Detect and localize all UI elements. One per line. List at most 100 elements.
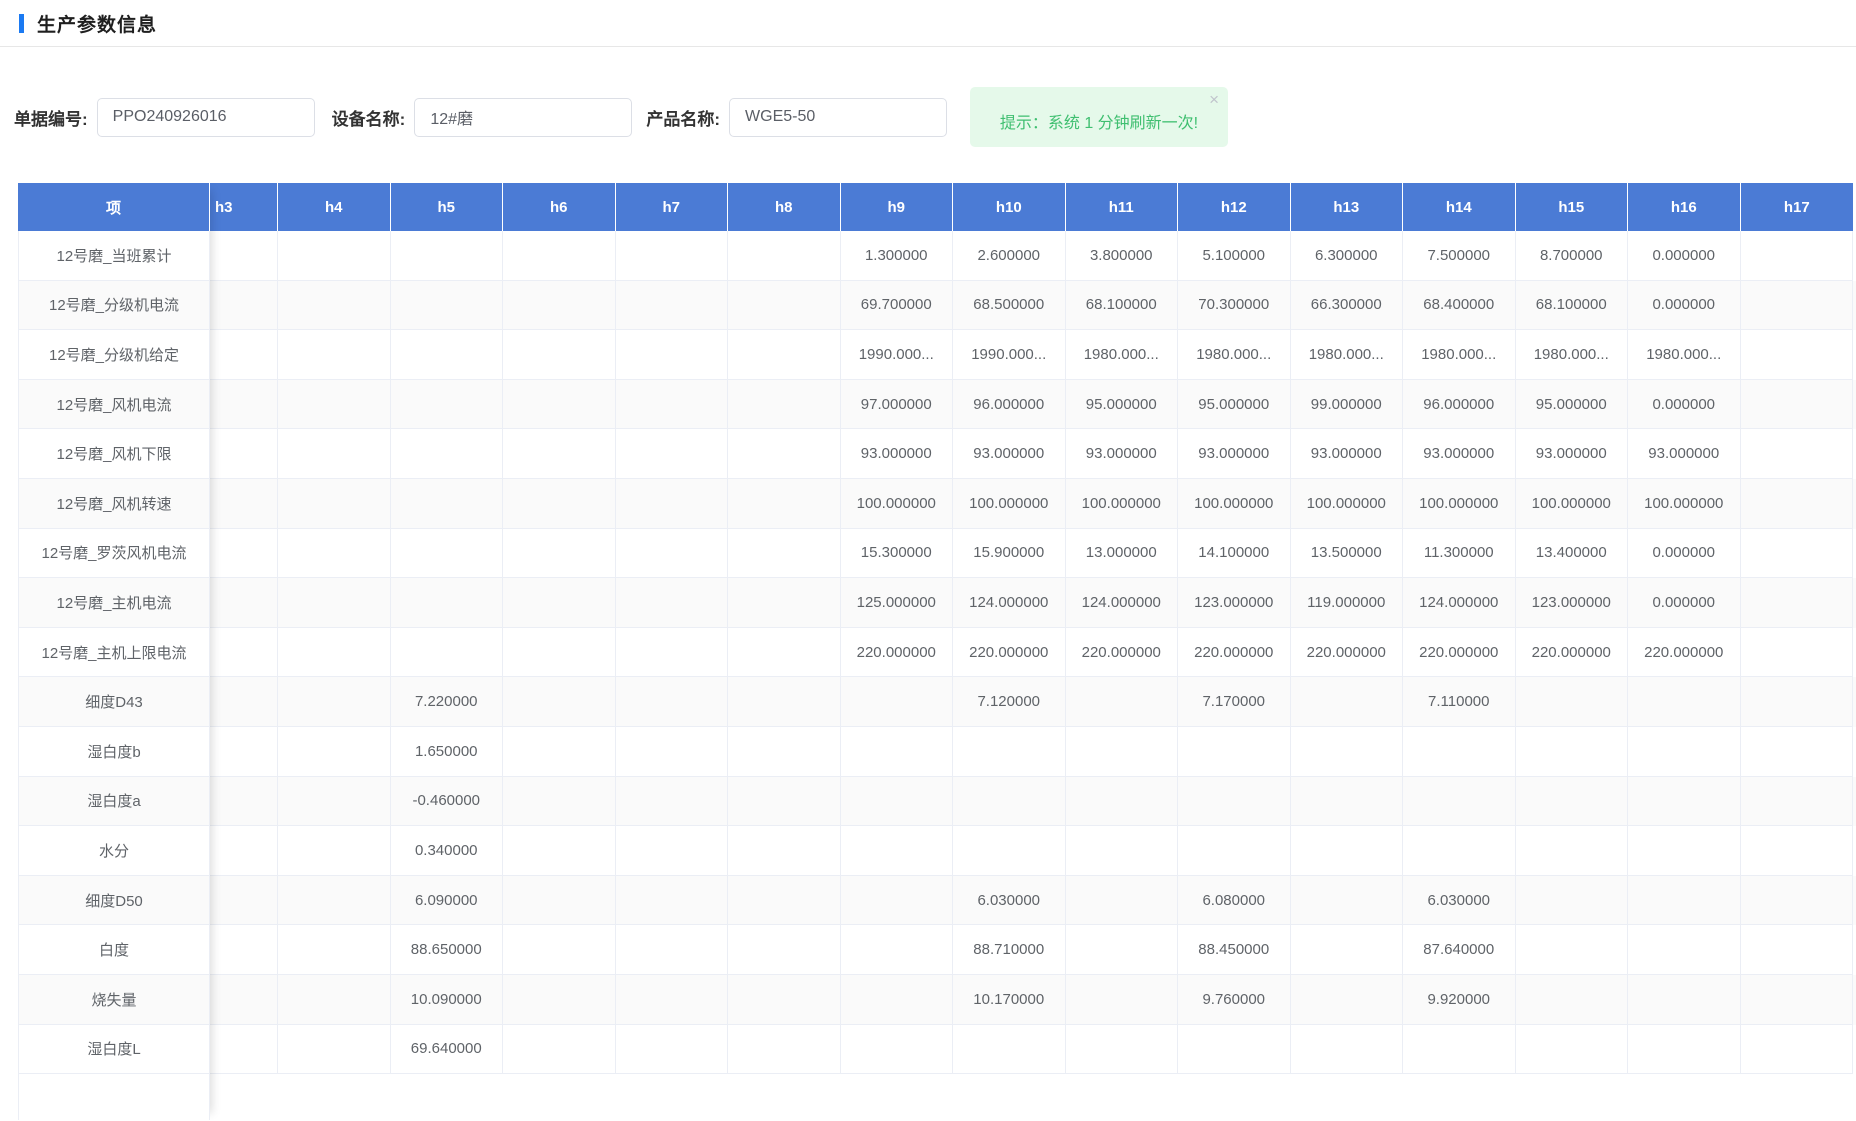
value-cell-h5: 1.650000 bbox=[391, 727, 504, 777]
value-cell-h7 bbox=[616, 876, 729, 926]
column-header-h12: h12 bbox=[1178, 183, 1291, 231]
value-cell-h11: 93.000000 bbox=[1066, 429, 1179, 479]
device-name-input[interactable] bbox=[414, 98, 632, 137]
value-cell-h15 bbox=[1516, 1025, 1629, 1075]
value-cell-h8 bbox=[728, 529, 841, 579]
close-icon[interactable]: × bbox=[1209, 91, 1219, 108]
value-cell-h16 bbox=[1628, 975, 1741, 1025]
value-cell-h7 bbox=[616, 628, 729, 678]
value-cell-h6 bbox=[503, 777, 616, 827]
device-name-label: 设备名称: bbox=[332, 105, 406, 130]
value-cell-h14 bbox=[1403, 1025, 1516, 1075]
page-header: 生产参数信息 bbox=[0, 0, 1856, 47]
value-cell-h10: 88.710000 bbox=[953, 925, 1066, 975]
value-cell-h7 bbox=[616, 727, 729, 777]
table-row: 97.00000096.00000095.00000095.00000099.0… bbox=[210, 380, 1856, 430]
value-cell-h14: 96.000000 bbox=[1403, 380, 1516, 430]
table-row: 15.30000015.90000013.00000014.10000013.5… bbox=[210, 529, 1856, 579]
value-cell-h11: 3.800000 bbox=[1066, 231, 1179, 281]
product-name-label: 产品名称: bbox=[646, 105, 720, 130]
value-cell-h16 bbox=[1628, 876, 1741, 926]
value-cell-h5: 7.220000 bbox=[391, 677, 504, 727]
value-cell-h14: 1980.000... bbox=[1403, 330, 1516, 380]
table-row: 88.65000088.71000088.45000087.640000 bbox=[210, 925, 1856, 975]
table-row: 220.000000220.000000220.000000220.000000… bbox=[210, 628, 1856, 678]
table-row: 69.70000068.50000068.10000070.30000066.3… bbox=[210, 281, 1856, 331]
value-cell-h3 bbox=[210, 628, 278, 678]
value-cell-h15 bbox=[1516, 727, 1629, 777]
value-cell-h9: 15.300000 bbox=[841, 529, 954, 579]
order-no-input[interactable] bbox=[97, 98, 315, 137]
column-header-h4: h4 bbox=[278, 183, 391, 231]
value-cell-h13: 93.000000 bbox=[1291, 429, 1404, 479]
value-cell-h4 bbox=[278, 578, 391, 628]
value-cell-h13 bbox=[1291, 876, 1404, 926]
value-cell-h3 bbox=[210, 777, 278, 827]
value-cell-h9: 1.300000 bbox=[841, 231, 954, 281]
value-cell-h8 bbox=[728, 876, 841, 926]
value-cell-h6 bbox=[503, 231, 616, 281]
value-cell-h13 bbox=[1291, 925, 1404, 975]
value-cell-h7 bbox=[616, 479, 729, 529]
value-cell-h7 bbox=[616, 231, 729, 281]
value-cell-h3 bbox=[210, 727, 278, 777]
value-cell-h15: 95.000000 bbox=[1516, 380, 1629, 430]
value-cell-h15 bbox=[1516, 777, 1629, 827]
value-cell-h3 bbox=[210, 826, 278, 876]
value-cell-h9: 93.000000 bbox=[841, 429, 954, 479]
value-cell-h4 bbox=[278, 777, 391, 827]
value-cell-h14 bbox=[1403, 727, 1516, 777]
value-cell-h16 bbox=[1628, 1025, 1741, 1075]
table-row: 1.650000 bbox=[210, 727, 1856, 777]
value-cell-h8 bbox=[728, 479, 841, 529]
value-cell-h4 bbox=[278, 677, 391, 727]
value-cell-h11 bbox=[1066, 826, 1179, 876]
value-cell-h14: 124.000000 bbox=[1403, 578, 1516, 628]
row-label-cell: 12号磨_风机电流 bbox=[18, 380, 210, 430]
value-cell-h3 bbox=[210, 330, 278, 380]
value-cell-h9 bbox=[841, 727, 954, 777]
table-row: 125.000000124.000000124.000000123.000000… bbox=[210, 578, 1856, 628]
row-label-cell: 12号磨_主机电流 bbox=[18, 578, 210, 628]
value-cell-h3 bbox=[210, 429, 278, 479]
value-cell-h11: 68.100000 bbox=[1066, 281, 1179, 331]
value-cell-h13: 66.300000 bbox=[1291, 281, 1404, 331]
value-cell-h16: 93.000000 bbox=[1628, 429, 1741, 479]
value-cell-h5: 6.090000 bbox=[391, 876, 504, 926]
value-cell-h5 bbox=[391, 479, 504, 529]
value-cell-h6 bbox=[503, 876, 616, 926]
value-cell-h3 bbox=[210, 677, 278, 727]
column-header-h14: h14 bbox=[1403, 183, 1516, 231]
value-cell-h10 bbox=[953, 826, 1066, 876]
value-cell-h9 bbox=[841, 777, 954, 827]
row-label-cell: 12号磨_罗茨风机电流 bbox=[18, 529, 210, 579]
value-cell-h15 bbox=[1516, 975, 1629, 1025]
scroll-columns[interactable]: h3h4h5h6h7h8h9h10h11h12h13h14h15h16h171.… bbox=[210, 183, 1856, 1074]
value-cell-h6 bbox=[503, 578, 616, 628]
value-cell-h5: 88.650000 bbox=[391, 925, 504, 975]
value-cell-h14: 87.640000 bbox=[1403, 925, 1516, 975]
value-cell-h4 bbox=[278, 231, 391, 281]
product-name-input[interactable] bbox=[729, 98, 947, 137]
value-cell-h12: 6.080000 bbox=[1178, 876, 1291, 926]
value-cell-h9: 125.000000 bbox=[841, 578, 954, 628]
table-row: 6.0900006.0300006.0800006.030000 bbox=[210, 876, 1856, 926]
value-cell-h14: 11.300000 bbox=[1403, 529, 1516, 579]
value-cell-h12: 95.000000 bbox=[1178, 380, 1291, 430]
value-cell-h8 bbox=[728, 330, 841, 380]
value-cell-h16: 220.000000 bbox=[1628, 628, 1741, 678]
value-cell-h12: 100.000000 bbox=[1178, 479, 1291, 529]
value-cell-h12 bbox=[1178, 1025, 1291, 1075]
value-cell-h6 bbox=[503, 479, 616, 529]
value-cell-h11: 1980.000... bbox=[1066, 330, 1179, 380]
value-cell-h15 bbox=[1516, 876, 1629, 926]
order-no-label: 单据编号: bbox=[14, 105, 88, 130]
value-cell-h8 bbox=[728, 1025, 841, 1075]
value-cell-h11: 100.000000 bbox=[1066, 479, 1179, 529]
field-device-name: 设备名称: bbox=[332, 98, 647, 137]
value-cell-h14: 93.000000 bbox=[1403, 429, 1516, 479]
value-cell-h14 bbox=[1403, 777, 1516, 827]
column-header-h8: h8 bbox=[728, 183, 841, 231]
value-cell-h5 bbox=[391, 231, 504, 281]
value-cell-h5 bbox=[391, 628, 504, 678]
